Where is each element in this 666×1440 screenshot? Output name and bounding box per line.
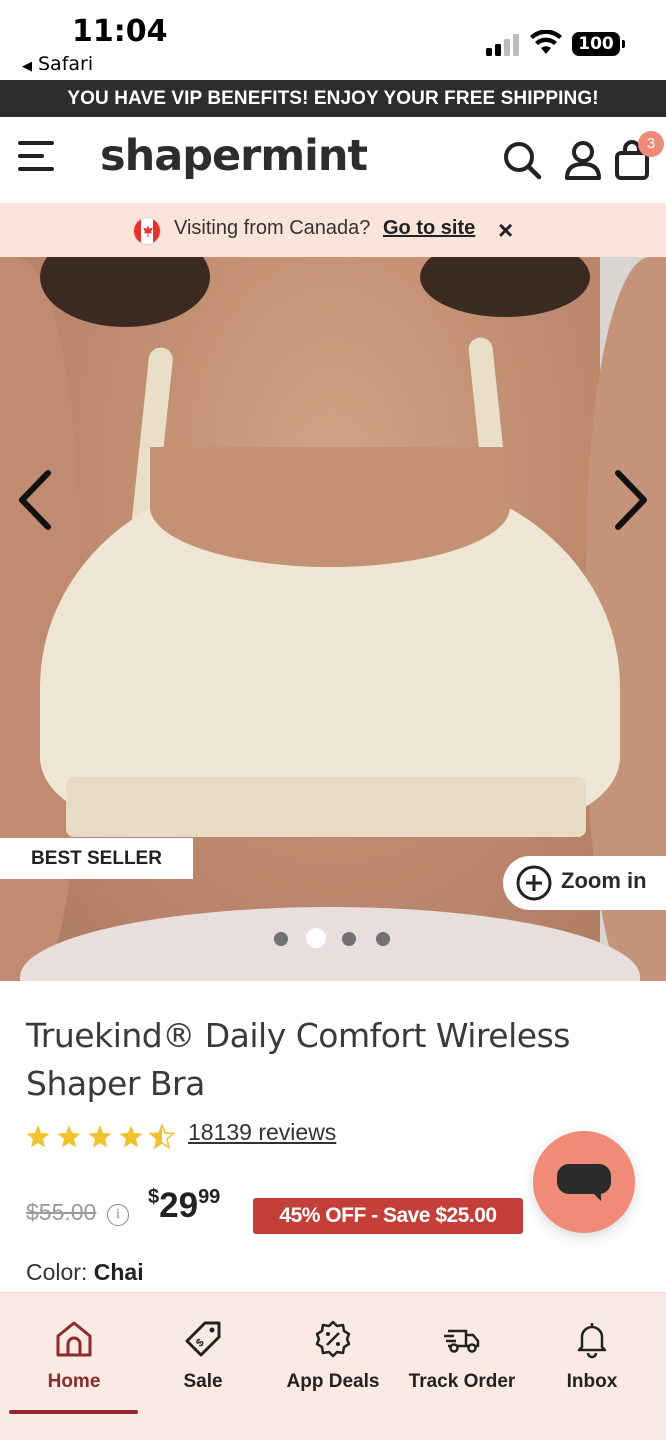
gallery-dot-active[interactable] [306,928,326,948]
wifi-icon [530,30,562,54]
gallery-pagination [270,927,400,951]
product-title: Truekind® Daily Comfort Wireless Shaper … [26,1016,570,1103]
chevron-left-icon[interactable] [14,465,56,535]
country-message: Visiting from Canada? [174,217,371,239]
rating-stars [26,1124,175,1149]
account-icon[interactable] [563,139,603,181]
active-tab-indicator [9,1410,138,1414]
go-to-site-link[interactable]: Go to site [383,217,475,240]
tab-track-order[interactable]: Track Order [397,1293,527,1440]
cart-count-badge: 3 [638,131,664,157]
svg-text:$: $ [194,1337,207,1350]
discount-badge: 45% OFF - Save $25.00 [253,1198,523,1234]
bottom-tab-bar: Home $ Sale App Deals Track Order Inbox [0,1292,666,1440]
truck-icon [444,1329,480,1353]
cellular-signal-icon [486,34,522,56]
zoom-in-label: Zoom in [561,868,647,893]
country-banner: Visiting from Canada? Go to site × [0,203,666,257]
price-whole: 29 [159,1186,199,1225]
shapermint-logo[interactable]: shapermint [100,131,368,181]
gallery-dot[interactable] [376,932,390,946]
site-header: shapermint [0,117,666,203]
reviews-link[interactable]: 18139 reviews [188,1119,336,1146]
tab-app-deals[interactable]: App Deals [268,1293,398,1440]
gallery-dot[interactable] [274,932,288,946]
chat-button[interactable] [533,1131,635,1233]
chevron-right-icon[interactable] [610,465,652,535]
tab-home[interactable]: Home [9,1293,139,1440]
canada-flag-icon [133,217,161,245]
chat-icon [557,1164,611,1194]
tab-app-deals-label: App Deals [286,1371,380,1392]
tab-inbox[interactable]: Inbox [527,1293,657,1440]
color-label: Color: [26,1259,88,1285]
discount-badge-icon [315,1320,351,1358]
price-cents: 99 [198,1186,221,1208]
tab-track-order-label: Track Order [408,1371,516,1392]
home-icon [56,1321,92,1357]
info-icon[interactable]: i [107,1204,129,1226]
tab-sale[interactable]: $ Sale [138,1293,268,1440]
back-triangle-icon: ◀ [22,59,32,74]
sale-price: $2999 [148,1186,220,1226]
promo-banner: YOU HAVE VIP BENEFITS! ENJOY YOUR FREE S… [0,80,666,117]
color-value: Chai [93,1259,144,1285]
back-to-safari[interactable]: ◀ Safari [22,53,93,75]
back-app-label: Safari [38,53,94,75]
best-seller-badge: BEST SELLER [0,838,193,879]
price-currency: $ [148,1186,160,1208]
status-time: 11:04 [72,14,168,49]
hamburger-menu-icon[interactable] [18,139,58,175]
tab-sale-label: Sale [183,1371,223,1392]
zoom-in-button[interactable]: Zoom in [503,856,666,910]
search-icon[interactable] [502,139,542,181]
bell-icon [577,1323,607,1359]
tab-home-label: Home [47,1371,101,1392]
close-icon[interactable]: × [498,215,513,246]
gallery-dot[interactable] [342,932,356,946]
tag-icon: $ [185,1321,221,1357]
battery-indicator: 100 [572,32,625,56]
status-bar: 11:04 ◀ Safari 100 [0,0,666,80]
zoom-plus-icon [516,865,552,901]
original-price: $55.00 [26,1199,97,1225]
tab-inbox-label: Inbox [566,1371,618,1392]
selected-color: Color: Chai [26,1259,144,1286]
